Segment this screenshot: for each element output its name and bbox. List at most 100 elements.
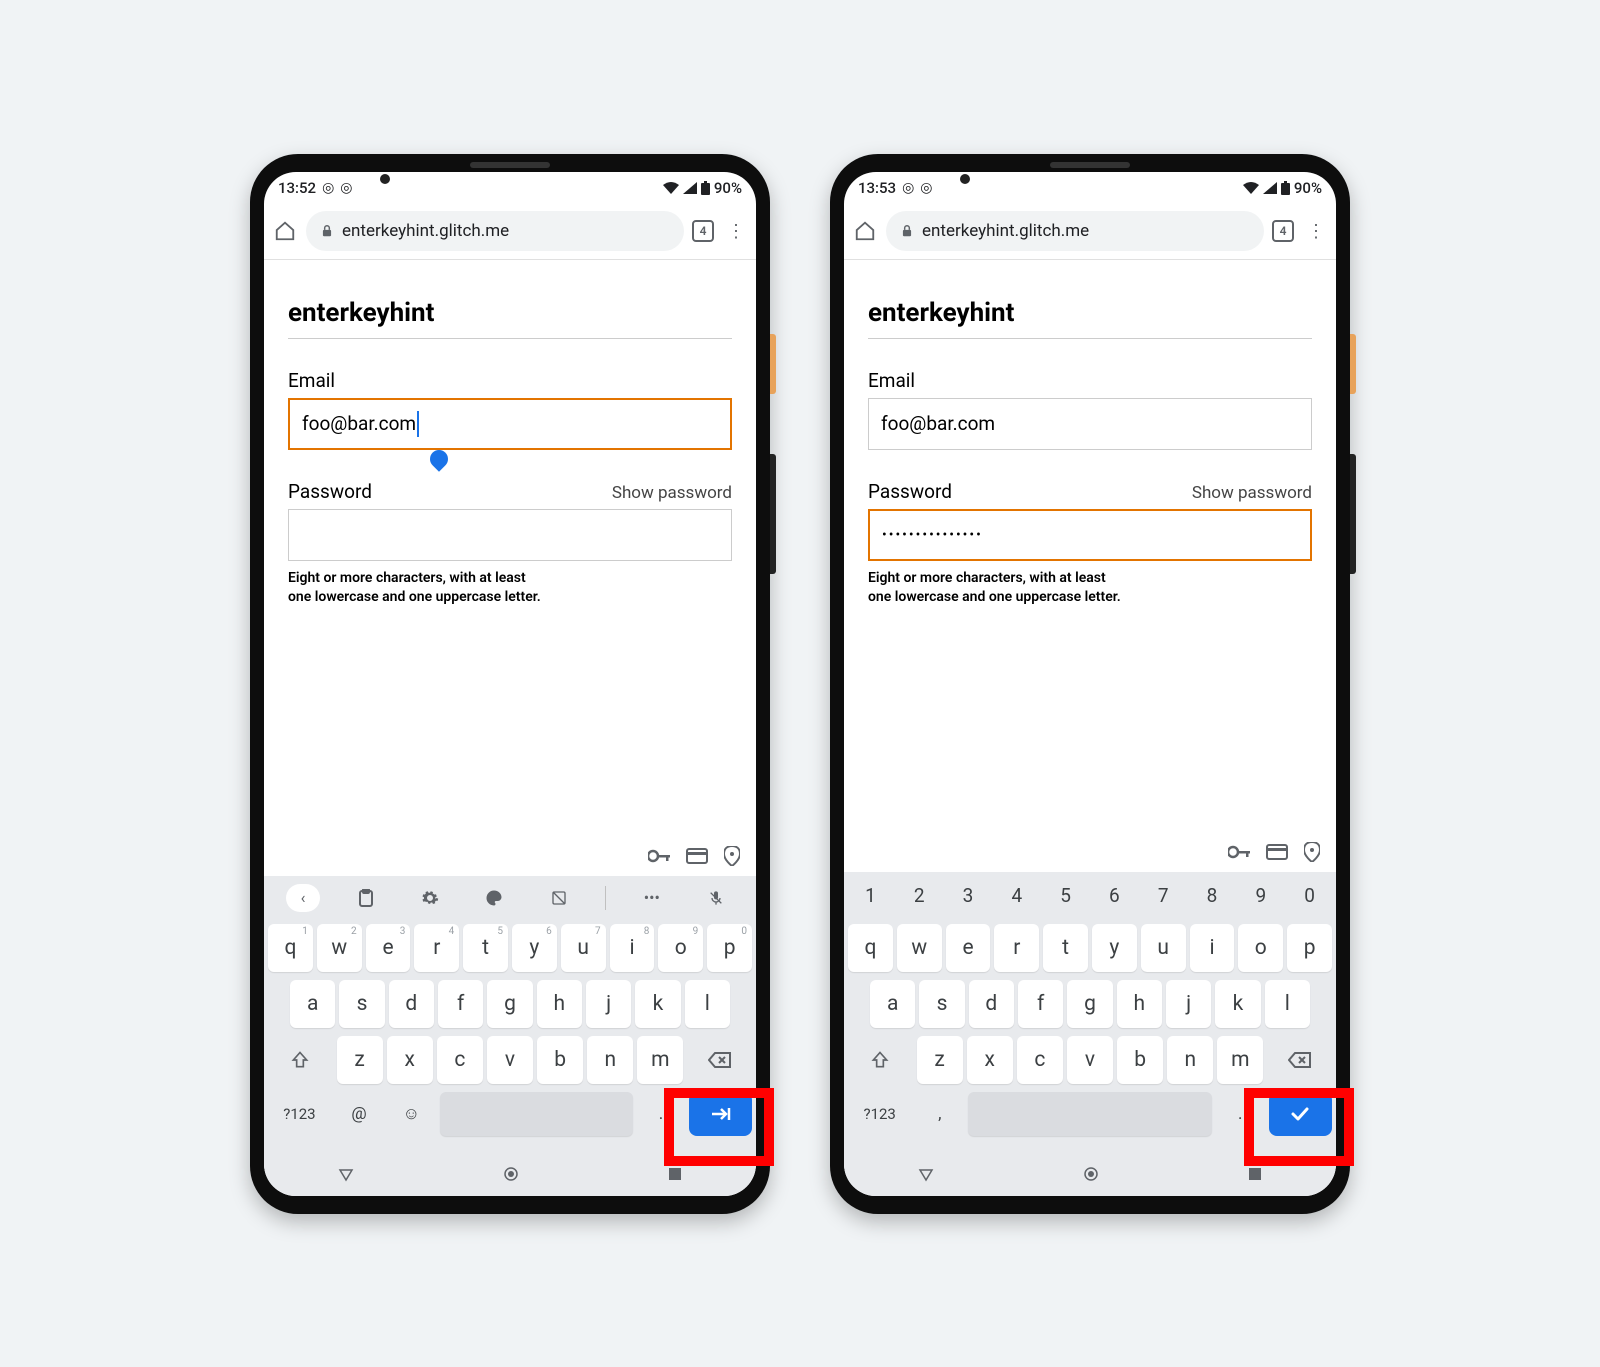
key-p[interactable]: p0	[707, 924, 752, 972]
key-z[interactable]: z	[917, 1036, 963, 1084]
key-c[interactable]: c	[437, 1036, 483, 1084]
key-l[interactable]: l	[685, 980, 730, 1028]
key-m[interactable]: m	[637, 1036, 683, 1084]
card-icon[interactable]	[686, 848, 708, 864]
key-v[interactable]: v	[1067, 1036, 1113, 1084]
key-g[interactable]: g	[1067, 980, 1112, 1028]
enter-key-done[interactable]	[1269, 1092, 1332, 1136]
key-0[interactable]: 0	[1287, 876, 1332, 916]
nav-recents-icon[interactable]	[668, 1167, 682, 1181]
nav-home-icon[interactable]	[503, 1166, 519, 1182]
share-icon[interactable]	[541, 884, 577, 912]
nav-back-icon[interactable]	[918, 1166, 934, 1182]
key-h[interactable]: h	[1117, 980, 1162, 1028]
clipboard-icon[interactable]	[348, 884, 384, 912]
key-t[interactable]: t	[1043, 924, 1088, 972]
key-r[interactable]: r	[994, 924, 1039, 972]
key-v[interactable]: v	[487, 1036, 533, 1084]
key-u[interactable]: u7	[561, 924, 606, 972]
key-y[interactable]: y6	[512, 924, 557, 972]
key-icon[interactable]	[1228, 845, 1250, 859]
comma-key[interactable]: ,	[915, 1092, 964, 1136]
key-x[interactable]: x	[387, 1036, 433, 1084]
key-x[interactable]: x	[967, 1036, 1013, 1084]
key-c[interactable]: c	[1017, 1036, 1063, 1084]
keyboard-back-icon[interactable]: ‹	[286, 884, 320, 912]
caret-handle-icon[interactable]	[426, 446, 451, 471]
key-s[interactable]: s	[919, 980, 964, 1028]
enter-key-next[interactable]	[689, 1092, 752, 1136]
symbols-key[interactable]: ?123	[268, 1092, 331, 1136]
key-s[interactable]: s	[339, 980, 384, 1028]
period-key[interactable]: .	[1216, 1092, 1265, 1136]
key-b[interactable]: b	[537, 1036, 583, 1084]
key-d[interactable]: d	[389, 980, 434, 1028]
shift-key[interactable]	[848, 1036, 913, 1084]
key-t[interactable]: t5	[463, 924, 508, 972]
show-password-toggle[interactable]: Show password	[1192, 483, 1312, 503]
home-icon[interactable]	[272, 218, 298, 244]
key-2[interactable]: 2	[897, 876, 942, 916]
key-q[interactable]: q1	[268, 924, 313, 972]
key-i[interactable]: i8	[610, 924, 655, 972]
show-password-toggle[interactable]: Show password	[612, 483, 732, 503]
key-l[interactable]: l	[1265, 980, 1310, 1028]
key-5[interactable]: 5	[1043, 876, 1088, 916]
key-n[interactable]: n	[1167, 1036, 1213, 1084]
key-9[interactable]: 9	[1238, 876, 1283, 916]
key-4[interactable]: 4	[994, 876, 1039, 916]
key-7[interactable]: 7	[1141, 876, 1186, 916]
key-g[interactable]: g	[487, 980, 532, 1028]
emoji-key[interactable]: ☺	[387, 1092, 435, 1136]
key-h[interactable]: h	[537, 980, 582, 1028]
address-bar[interactable]: enterkeyhint.glitch.me	[886, 211, 1264, 251]
key-k[interactable]: k	[635, 980, 680, 1028]
key-icon[interactable]	[648, 849, 670, 863]
key-3[interactable]: 3	[946, 876, 991, 916]
gear-icon[interactable]	[412, 884, 448, 912]
password-input[interactable]: •••••••••••••••	[868, 509, 1312, 561]
palette-icon[interactable]	[476, 884, 512, 912]
key-8[interactable]: 8	[1190, 876, 1235, 916]
kebab-menu-icon[interactable]: ⋮	[1302, 218, 1328, 244]
location-icon[interactable]	[724, 846, 740, 866]
at-key[interactable]: @	[335, 1092, 383, 1136]
mic-off-icon[interactable]	[698, 884, 734, 912]
key-q[interactable]: q	[848, 924, 893, 972]
key-a[interactable]: a	[290, 980, 335, 1028]
key-z[interactable]: z	[337, 1036, 383, 1084]
key-e[interactable]: e3	[366, 924, 411, 972]
key-o[interactable]: o	[1238, 924, 1283, 972]
key-o[interactable]: o9	[658, 924, 703, 972]
backspace-key[interactable]	[1267, 1036, 1332, 1084]
home-icon[interactable]	[852, 218, 878, 244]
key-u[interactable]: u	[1141, 924, 1186, 972]
key-6[interactable]: 6	[1092, 876, 1137, 916]
key-i[interactable]: i	[1190, 924, 1235, 972]
key-m[interactable]: m	[1217, 1036, 1263, 1084]
nav-home-icon[interactable]	[1083, 1166, 1099, 1182]
location-icon[interactable]	[1304, 842, 1320, 862]
key-y[interactable]: y	[1092, 924, 1137, 972]
email-input[interactable]: foo@bar.com	[288, 398, 732, 450]
nav-back-icon[interactable]	[338, 1166, 354, 1182]
key-f[interactable]: f	[1018, 980, 1063, 1028]
symbols-key[interactable]: ?123	[848, 1092, 911, 1136]
key-k[interactable]: k	[1215, 980, 1260, 1028]
email-input[interactable]: foo@bar.com	[868, 398, 1312, 450]
key-j[interactable]: j	[586, 980, 631, 1028]
backspace-key[interactable]	[687, 1036, 752, 1084]
period-key[interactable]: .	[637, 1092, 685, 1136]
key-a[interactable]: a	[870, 980, 915, 1028]
kebab-menu-icon[interactable]: ⋮	[722, 218, 748, 244]
key-e[interactable]: e	[946, 924, 991, 972]
more-icon[interactable]: •••	[634, 884, 670, 912]
shift-key[interactable]	[268, 1036, 333, 1084]
card-icon[interactable]	[1266, 844, 1288, 860]
password-input[interactable]	[288, 509, 732, 561]
space-key[interactable]	[440, 1092, 633, 1136]
key-p[interactable]: p	[1287, 924, 1332, 972]
key-r[interactable]: r4	[414, 924, 459, 972]
address-bar[interactable]: enterkeyhint.glitch.me	[306, 211, 684, 251]
key-w[interactable]: w2	[317, 924, 362, 972]
